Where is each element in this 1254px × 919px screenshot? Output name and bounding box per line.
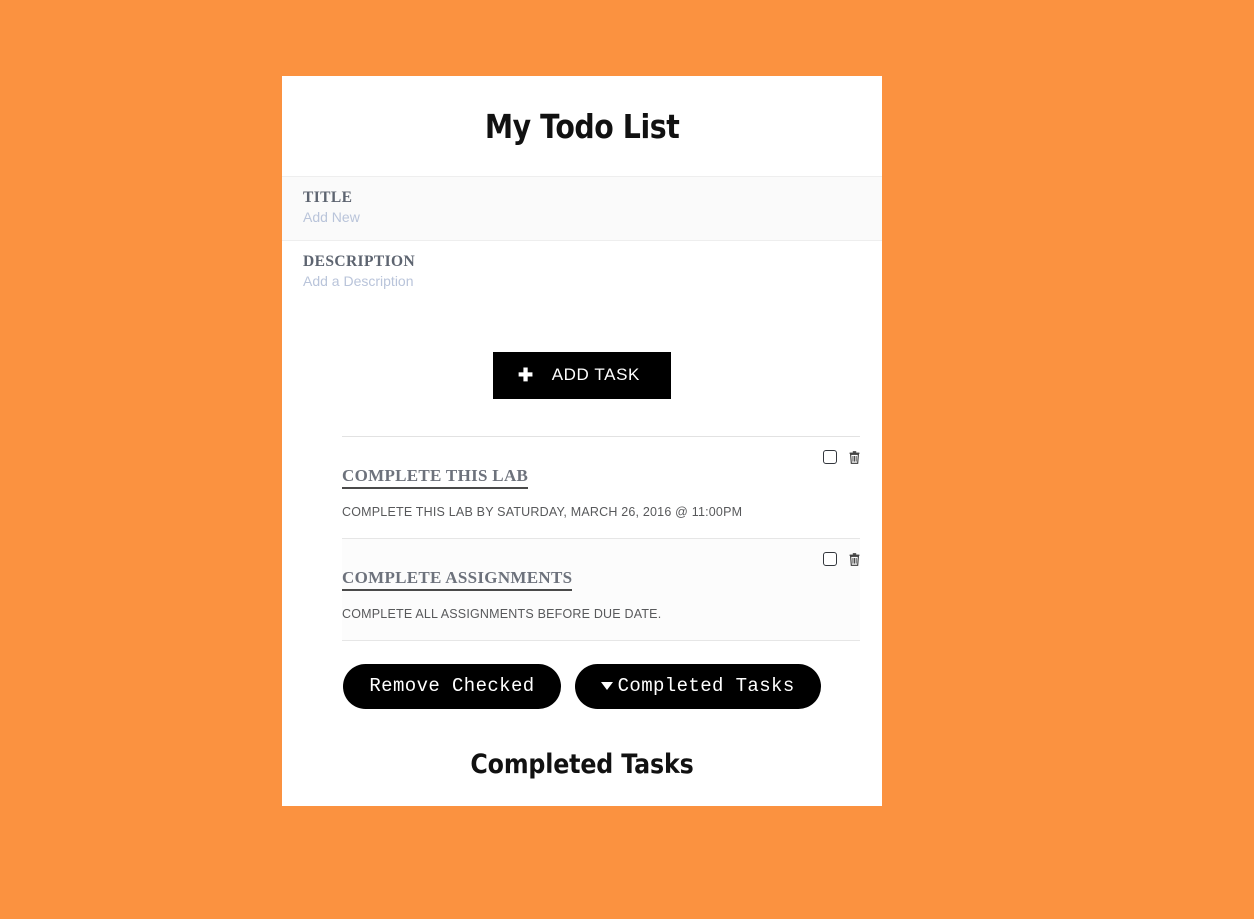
trash-icon[interactable] [849,450,860,464]
trash-icon[interactable] [849,552,860,566]
remove-checked-label: Remove Checked [369,675,535,697]
task-list: COMPLETE THIS LAB COMPLETE THIS LAB BY S… [342,436,860,641]
completed-tasks-heading: Completed Tasks [470,748,694,780]
title-input[interactable] [303,208,861,226]
task-title[interactable]: COMPLETE ASSIGNMENTS [342,568,573,591]
description-field-group: DESCRIPTION [282,241,882,304]
page-title: My Todo List [484,106,680,146]
task-checkbox[interactable] [823,450,837,464]
title-field-group: TITLE [282,177,882,241]
task-row: COMPLETE THIS LAB COMPLETE THIS LAB BY S… [342,437,860,539]
remove-checked-button[interactable]: Remove Checked [343,664,561,709]
task-checkbox[interactable] [823,552,837,566]
description-field-label: DESCRIPTION [303,253,416,270]
page-root: My Todo List TITLE DESCRIPTION ✚ ADD TAS… [0,0,1254,919]
completed-tasks-toggle-button[interactable]: Completed Tasks [574,664,821,709]
add-task-button-label: ADD TASK [551,365,640,384]
app-header: My Todo List [282,76,882,177]
task-row: COMPLETE ASSIGNMENTS COMPLETE ALL ASSIGN… [342,539,860,641]
add-task-row: ✚ ADD TASK [282,352,882,399]
task-description: COMPLETE THIS LAB BY SATURDAY, MARCH 26,… [342,505,743,519]
task-description: COMPLETE ALL ASSIGNMENTS BEFORE DUE DATE… [342,607,662,621]
task-controls [823,552,860,566]
caret-down-icon [600,682,613,691]
completed-tasks-toggle-label: Completed Tasks [617,675,795,697]
task-title[interactable]: COMPLETE THIS LAB [342,466,529,489]
plus-icon: ✚ [518,365,534,385]
title-field-label: TITLE [303,189,353,206]
add-task-button[interactable]: ✚ ADD TASK [493,352,671,399]
task-actions-row: Remove Checked Completed Tasks [282,664,882,709]
todo-app-card: My Todo List TITLE DESCRIPTION ✚ ADD TAS… [282,76,882,806]
task-controls [823,450,860,464]
description-input[interactable] [303,272,861,290]
